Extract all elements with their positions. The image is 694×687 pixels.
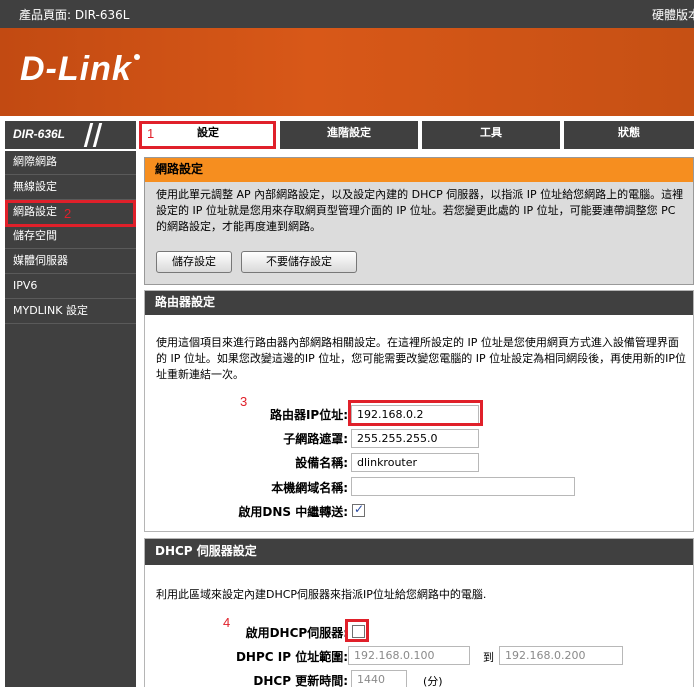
- annotation-number-4: 4: [223, 615, 231, 630]
- router-settings-title: 路由器設定: [145, 291, 693, 315]
- device-name-input[interactable]: dlinkrouter: [351, 453, 479, 472]
- sidebar: 網際網路 無線設定 網路設定 儲存空間 媒體伺服器 IPV6 MYDLINK 設…: [5, 151, 136, 687]
- sidebar-item-mydlink[interactable]: MYDLINK 設定: [5, 300, 136, 324]
- tab-tools[interactable]: 工具: [420, 121, 560, 149]
- dlink-logo: D-Link: [20, 50, 140, 89]
- device-name-label: 設備名稱:: [295, 456, 348, 470]
- dhcp-range-start-input[interactable]: 192.168.0.100: [348, 646, 470, 665]
- local-domain-input[interactable]: [351, 477, 575, 496]
- tab-status[interactable]: 狀態: [562, 121, 694, 149]
- sidebar-item-ipv6[interactable]: IPV6: [5, 275, 136, 299]
- sidebar-item-internet[interactable]: 網際網路: [5, 151, 136, 175]
- router-ip-label: 路由器IP位址:: [269, 408, 348, 422]
- subnet-mask-label: 子網路遮罩:: [283, 432, 348, 446]
- header-banner: D-Link: [0, 28, 694, 116]
- annotation-box-4: [345, 619, 369, 642]
- annotation-number-1: 1: [147, 126, 155, 141]
- annotation-number-3: 3: [240, 394, 248, 409]
- dont-save-settings-button[interactable]: 不要儲存設定: [241, 251, 357, 273]
- dhcp-range-to-label: 到: [483, 651, 494, 664]
- dhcp-settings-panel: DHCP 伺服器設定 利用此區域來設定內建DHCP伺服器來指派IP位址給您網路中…: [144, 538, 694, 687]
- subnet-mask-input[interactable]: 255.255.255.0: [351, 429, 479, 448]
- dhcp-range-end-input[interactable]: 192.168.0.200: [499, 646, 623, 665]
- dhcp-lease-unit: (分): [423, 675, 443, 687]
- logo-dot-icon: [133, 54, 140, 60]
- dhcp-settings-title: DHCP 伺服器設定: [145, 539, 693, 565]
- model-badge: DIR-636L: [5, 121, 136, 149]
- sidebar-item-wireless[interactable]: 無線設定: [5, 176, 136, 200]
- dhcp-settings-description: 利用此區域來設定內建DHCP伺服器來指派IP位址給您網路中的電腦.: [156, 588, 487, 601]
- dhcp-lease-input[interactable]: 1440: [351, 670, 407, 687]
- network-settings-title: 網路設定: [145, 158, 693, 182]
- sidebar-item-storage[interactable]: 儲存空間: [5, 225, 136, 249]
- dns-relay-label: 啟用DNS 中繼轉送:: [238, 505, 348, 519]
- network-settings-panel: 網路設定 使用此單元調整 AP 內部網路設定，以及設定內建的 DHCP 伺服器，…: [144, 157, 694, 285]
- annotation-number-2: 2: [64, 206, 72, 221]
- slash-decoration-icon: [83, 123, 94, 147]
- slash-decoration-icon: [92, 123, 103, 147]
- network-settings-description: 使用此單元調整 AP 內部網路設定，以及設定內建的 DHCP 伺服器，以指派 I…: [156, 188, 684, 233]
- dhcp-enable-label: 啟用DHCP伺服器:: [245, 626, 348, 640]
- model-name: DIR-636L: [13, 127, 66, 141]
- router-settings-description: 使用這個項目來進行路由器內部網路相關設定。在這裡所設定的 IP 位址是您使用網頁…: [156, 336, 686, 381]
- top-bar: 產品頁面: DIR-636L 硬體版本: [0, 0, 694, 28]
- hardware-version-label: 硬體版本: [652, 8, 694, 22]
- local-domain-label: 本機網域名稱:: [271, 481, 348, 495]
- annotation-box-3: [348, 400, 483, 426]
- tab-advanced[interactable]: 進階設定: [278, 121, 418, 149]
- product-page-label: 產品頁面: DIR-636L: [19, 8, 130, 22]
- dns-relay-checkbox[interactable]: [352, 502, 365, 517]
- save-settings-button[interactable]: 儲存設定: [156, 251, 232, 273]
- dhcp-range-label: DHPC IP 位址範圍:: [235, 650, 348, 664]
- annotation-box-1: [139, 121, 276, 149]
- dhcp-lease-label: DHCP 更新時間:: [253, 674, 348, 687]
- logo-text: D-Link: [20, 50, 132, 88]
- sidebar-item-media-server[interactable]: 媒體伺服器: [5, 250, 136, 274]
